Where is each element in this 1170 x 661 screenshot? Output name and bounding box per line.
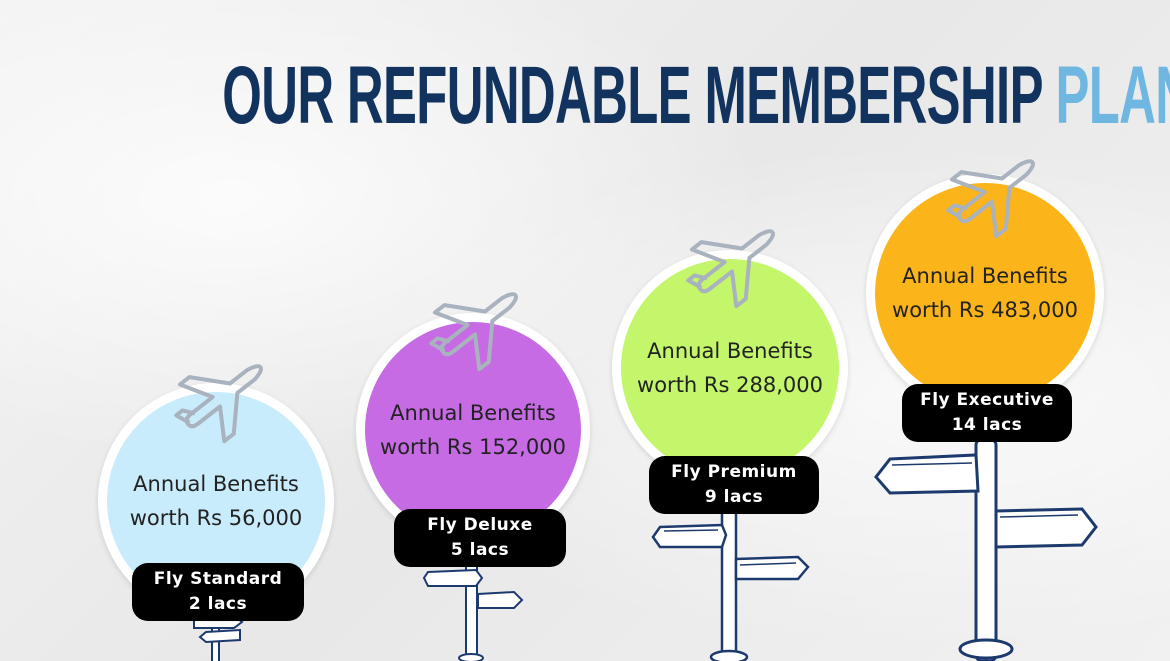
airplane-icon xyxy=(429,292,519,372)
airplane-icon xyxy=(946,159,1036,239)
plan-name: Fly Deluxe xyxy=(427,515,533,535)
benefit-value: worth Rs 56,000 xyxy=(129,506,303,530)
benefit-label: Annual Benefits xyxy=(902,264,1068,288)
benefit-label: Annual Benefits xyxy=(647,339,813,363)
plan-deluxe-benefit: Annual Benefits worth Rs 152,000 xyxy=(376,396,570,464)
plan-price: 5 lacs xyxy=(450,540,510,560)
plan-executive-benefit: Annual Benefits worth Rs 483,000 xyxy=(886,259,1084,327)
plan-premium-badge: Fly Premium 9 lacs xyxy=(649,456,819,514)
signpost-deluxe-icon xyxy=(422,559,524,661)
plan-name: Fly Executive xyxy=(920,390,1054,410)
benefit-value: worth Rs 483,000 xyxy=(892,298,1078,322)
signpost-premium-icon xyxy=(651,503,810,661)
title-main: OUR REFUNDABLE MEMBERSHIP xyxy=(222,50,1042,141)
plan-name: Fly Premium xyxy=(671,462,797,482)
plan-price: 9 lacs xyxy=(704,487,764,507)
signpost-executive-icon xyxy=(874,437,1098,661)
plan-price: 14 lacs xyxy=(951,415,1023,435)
plan-standard-badge: Fly Standard 2 lacs xyxy=(132,563,304,621)
plan-premium-benefit: Annual Benefits worth Rs 288,000 xyxy=(632,334,828,402)
benefit-value: worth Rs 152,000 xyxy=(380,435,566,459)
airplane-icon xyxy=(174,364,264,444)
plan-deluxe-badge: Fly Deluxe 5 lacs xyxy=(394,509,566,567)
benefit-label: Annual Benefits xyxy=(133,472,299,496)
plan-name: Fly Standard xyxy=(153,569,283,589)
page-title: OUR REFUNDABLE MEMBERSHIP PLANS xyxy=(222,48,1170,144)
plan-price: 2 lacs xyxy=(188,594,248,614)
airplane-icon xyxy=(686,229,776,309)
plan-standard-benefit: Annual Benefits worth Rs 56,000 xyxy=(118,467,314,535)
title-accent: PLANS xyxy=(1055,50,1170,141)
plan-executive-badge: Fly Executive 14 lacs xyxy=(902,384,1072,442)
benefit-value: worth Rs 288,000 xyxy=(637,373,823,397)
benefit-label: Annual Benefits xyxy=(390,401,556,425)
